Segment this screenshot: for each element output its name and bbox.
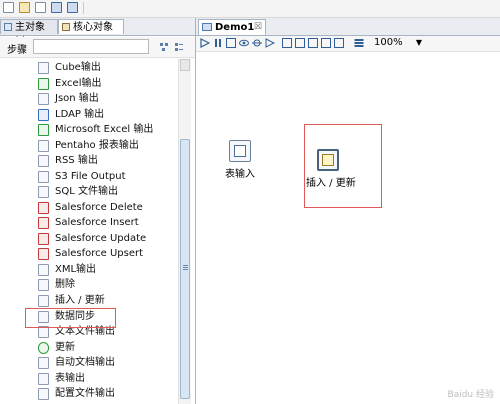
new-file-icon[interactable]	[3, 2, 14, 13]
close-tab-icon[interactable]: ☒	[254, 20, 262, 35]
steps-label: 步骤	[7, 45, 27, 56]
table-input-icon	[234, 145, 246, 157]
expand-all-icon[interactable]	[159, 42, 169, 52]
fields-icon[interactable]	[334, 38, 344, 48]
save-as-icon[interactable]	[67, 2, 78, 13]
run-icon[interactable]	[200, 38, 210, 48]
collapse-all-icon[interactable]	[174, 42, 184, 52]
sql-icon	[38, 186, 49, 198]
pause-icon[interactable]	[213, 38, 223, 48]
update-icon	[38, 342, 49, 354]
debug-icon[interactable]	[252, 38, 262, 48]
doc-icon	[38, 93, 49, 105]
node-label: 表输入	[225, 169, 255, 180]
excel-icon	[38, 124, 49, 136]
save-icon[interactable]	[51, 2, 62, 13]
replay-icon[interactable]	[265, 38, 275, 48]
toolbar-divider	[83, 2, 84, 14]
auto-doc-icon	[38, 357, 49, 369]
explore-db-icon[interactable]	[321, 38, 331, 48]
rss-icon	[38, 155, 49, 167]
scroll-up-button[interactable]	[180, 59, 190, 71]
zoom-value: 100%	[374, 37, 403, 48]
main-toolbar	[0, 0, 500, 18]
ldap-icon	[38, 109, 49, 121]
steps-search-input[interactable]	[33, 39, 149, 54]
editor-tabs: Demo1 ☒	[196, 18, 500, 36]
tab-label: 核心对象	[73, 22, 113, 33]
xml-icon	[38, 264, 49, 276]
open-folder-icon[interactable]	[19, 2, 30, 13]
grid-icon[interactable]	[354, 38, 364, 48]
delete-icon	[38, 279, 49, 291]
editor-panel: Demo1 ☒ 100% ▼ 表输入 插入 / 更新 Baidu 经验	[196, 18, 500, 404]
preview-icon[interactable]	[239, 38, 249, 48]
verify-icon[interactable]	[282, 38, 292, 48]
impact-icon[interactable]	[295, 38, 305, 48]
left-tabs: 主对象树 核心对象	[0, 18, 195, 48]
tab-demo1[interactable]: Demo1 ☒	[198, 19, 266, 35]
config-file-icon	[38, 388, 49, 400]
explore-icon[interactable]	[35, 2, 46, 13]
salesforce-icon	[38, 217, 49, 229]
tab-main-object-tree[interactable]: 主对象树	[0, 19, 58, 48]
salesforce-icon	[38, 202, 49, 214]
chevron-down-icon: ▼	[415, 38, 422, 47]
salesforce-icon	[38, 233, 49, 245]
excel-icon	[38, 78, 49, 90]
zoom-select[interactable]: 100% ▼	[374, 37, 422, 49]
insert-update-icon	[38, 295, 49, 307]
insert-update-highlight	[25, 308, 116, 328]
pencil-icon	[62, 23, 70, 31]
scroll-thumb[interactable]	[180, 139, 190, 399]
watermark-text: Baidu 经验	[447, 390, 494, 400]
tab-label: Demo1	[215, 22, 255, 33]
transformation-canvas[interactable]: 表输入 插入 / 更新 Baidu 经验	[196, 52, 500, 404]
salesforce-icon	[38, 248, 49, 260]
doc-icon	[38, 62, 49, 74]
steps-row: 步骤	[0, 37, 195, 58]
report-icon	[38, 140, 49, 152]
steps-list: Cube输出 Excel输出 Json 输出 LDAP 输出 Microsoft…	[0, 59, 178, 404]
stop-icon[interactable]	[226, 38, 236, 48]
grip-icon	[183, 265, 188, 266]
tab-core-objects[interactable]: 核心对象	[58, 19, 124, 34]
left-panel: 主对象树 核心对象 步骤 Cube输出 Excel输出 Json 输出 LDAP…	[0, 18, 196, 404]
sql-icon[interactable]	[308, 38, 318, 48]
table-output-icon	[38, 373, 49, 385]
insert-update-highlight	[304, 124, 382, 208]
doc-icon	[38, 171, 49, 183]
editor-toolbar: 100% ▼	[196, 36, 500, 52]
table-input-node[interactable]	[229, 140, 251, 162]
steps-scrollbar[interactable]	[178, 59, 191, 404]
transformation-icon	[202, 23, 212, 31]
tree-icon	[4, 23, 12, 31]
